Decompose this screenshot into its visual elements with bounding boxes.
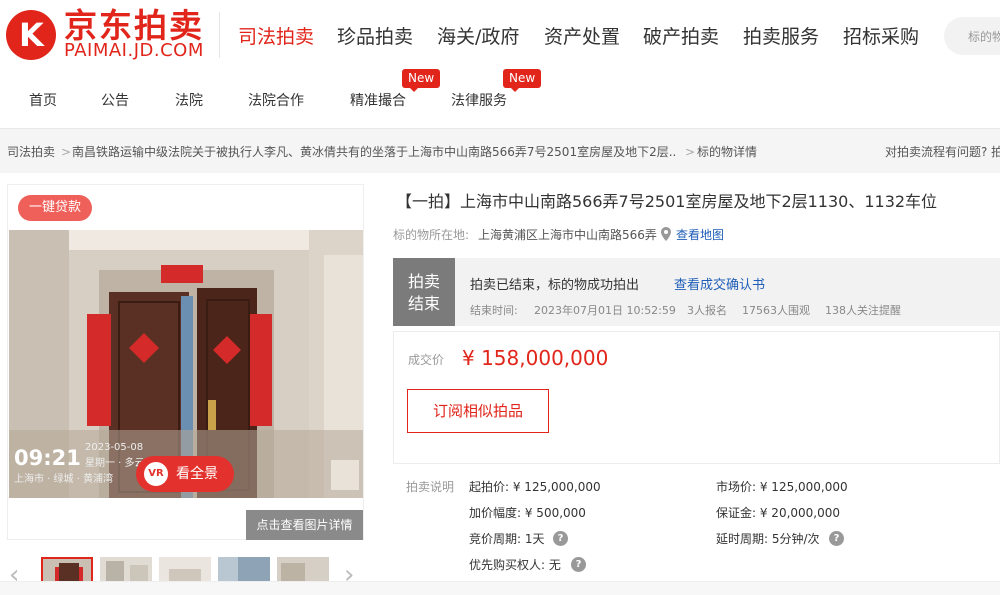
breadcrumb-separator: > [61, 145, 72, 159]
photo-watermark-date: 2023-05-08 [85, 442, 144, 453]
topnav-customs[interactable]: 海关/政府 [437, 24, 519, 50]
delay-cycle: 延时周期: 5分钟/次 [716, 532, 820, 546]
deposit: 保证金: ¥ 20,000,000 [716, 506, 841, 520]
subnav-home[interactable]: 首页 [29, 92, 57, 110]
breadcrumb-current: 标的物详情 [697, 145, 758, 159]
deal-price-value: ¥ 158,000,000 [462, 346, 609, 370]
viewer-count: 17563人围观 [742, 304, 810, 317]
location-label: 标的物所在地: [393, 228, 470, 242]
page: K 京东拍卖 PAIMAI.JD.COM 司法拍卖 珍品拍卖 海关/政府 资产处… [0, 0, 1000, 595]
help-icon[interactable]: ? [553, 531, 568, 546]
help-icon[interactable]: ? [829, 531, 844, 546]
new-badge: New [402, 69, 441, 92]
subscribe-similar-button[interactable]: 订阅相似拍品 [407, 389, 549, 433]
status-line-2: 结束 [407, 294, 440, 313]
follower-count: 138人关注提醒 [825, 304, 901, 317]
breadcrumb-judicial[interactable]: 司法拍卖 [7, 145, 55, 159]
deal-price-label: 成交价 [408, 353, 445, 367]
breadcrumb-court-case[interactable]: 南昌铁路运输中级法院关于被执行人李凡、黄冰倩共有的坐落于上海市中山南路566弄7… [72, 145, 677, 159]
topnav-bankruptcy[interactable]: 破产拍卖 [643, 24, 719, 50]
header-divider [219, 12, 220, 58]
help-icon[interactable]: ? [571, 557, 586, 572]
auction-details-label: 拍卖说明 [406, 480, 455, 494]
bidding-cycle: 竞价周期: 1天 [469, 532, 545, 546]
one-click-loan-badge[interactable]: 一键贷款 [18, 195, 92, 221]
start-price: 起拍价: ¥ 125,000,000 [469, 480, 601, 494]
end-time-label: 结束时间: [470, 304, 518, 317]
search-input[interactable]: 标的物名 [944, 17, 1000, 55]
topnav-tender[interactable]: 招标采购 [843, 24, 919, 50]
subnav-matching[interactable]: 精准撮合 [350, 92, 406, 110]
photo-watermark-location: 上海市 · 绿城 · 黄浦湾 [14, 474, 114, 485]
breadcrumb-separator: > [685, 145, 696, 159]
photo-watermark-time: 09:21 [14, 446, 81, 470]
subnav-notice[interactable]: 公告 [101, 92, 129, 110]
item-title: 【一拍】上海市中山南路566弄7号2501室房屋及地下2层1130、1132车位 [396, 192, 938, 211]
topnav-assets[interactable]: 资产处置 [544, 24, 620, 50]
market-price: 市场价: ¥ 125,000,000 [716, 480, 848, 494]
logo-glyph: K [19, 16, 44, 54]
map-pin-icon [661, 227, 671, 241]
registration-count: 3人报名 [687, 304, 727, 317]
priority-buyer: 优先购买权人: 无 [469, 558, 561, 572]
bid-increment: 加价幅度: ¥ 500,000 [469, 506, 586, 520]
status-line-1: 拍卖 [407, 272, 440, 291]
view-photo-details-button[interactable]: 点击查看图片详情 [246, 510, 363, 540]
status-message: 拍卖已结束，标的物成功拍出 [470, 278, 640, 293]
view-map-link[interactable]: 查看地图 [676, 228, 724, 242]
topnav-judicial[interactable]: 司法拍卖 [238, 24, 314, 50]
subnav-court-coop[interactable]: 法院合作 [248, 92, 304, 110]
subnav-court[interactable]: 法院 [175, 92, 203, 110]
location-value: 上海黄浦区上海市中山南路566弄 [478, 228, 657, 242]
view-confirmation-link[interactable]: 查看成交确认书 [674, 278, 765, 294]
end-time-value: 2023年07月01日 10:52:59 [534, 304, 676, 317]
subnav-legal[interactable]: 法律服务 [451, 92, 507, 110]
process-help-link[interactable]: 对拍卖流程有问题? 拍 [885, 145, 1000, 159]
vr-icon: VR [144, 462, 168, 486]
topnav-services[interactable]: 拍卖服务 [743, 24, 819, 50]
brand-name-en[interactable]: PAIMAI.JD.COM [64, 41, 204, 61]
topnav-treasure[interactable]: 珍品拍卖 [337, 24, 413, 50]
bottom-strip [0, 581, 1000, 595]
logo-icon[interactable]: K [6, 10, 56, 60]
new-badge: New [503, 69, 542, 92]
auction-ended-badge: 拍卖 结束 [393, 258, 455, 326]
